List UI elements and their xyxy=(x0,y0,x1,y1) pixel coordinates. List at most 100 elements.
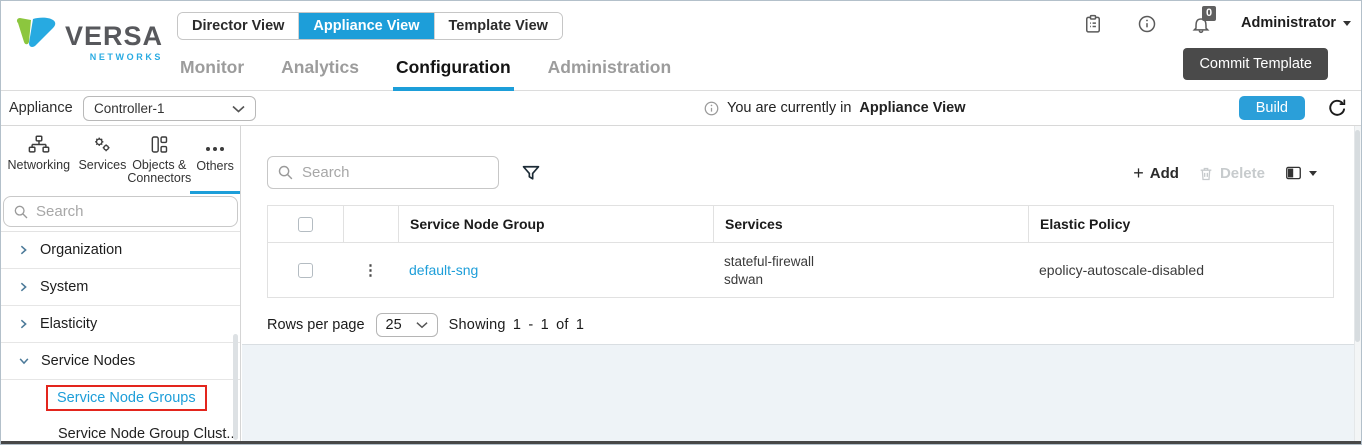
delete-button-label: Delete xyxy=(1219,164,1265,182)
logo-brand: VERSA xyxy=(65,21,164,51)
appliance-label: Appliance xyxy=(9,100,73,116)
service-node-groups-table: Service Node Group Services Elastic Poli… xyxy=(267,205,1334,298)
objects-grid-icon xyxy=(149,135,169,154)
rows-per-page-label: Rows per page xyxy=(267,317,365,333)
sidebar-tab-label: Others xyxy=(196,159,234,173)
sidebar-tab-services[interactable]: Services xyxy=(77,126,129,194)
tree-item-elasticity[interactable]: Elasticity xyxy=(1,306,240,343)
logo-sub: NETWORKS xyxy=(89,52,164,62)
tree-item-service-node-groups[interactable]: Service Node Groups xyxy=(1,380,240,416)
chevron-down-icon xyxy=(18,355,30,367)
delete-button[interactable]: Delete xyxy=(1198,165,1265,182)
chevron-down-icon xyxy=(1343,20,1352,26)
tab-template-view[interactable]: Template View xyxy=(433,13,562,39)
nav-tab-analytics[interactable]: Analytics xyxy=(278,57,362,91)
sidebar-tab-label: Services xyxy=(78,158,127,172)
sidebar-search xyxy=(3,196,238,227)
chevron-right-icon xyxy=(18,244,29,256)
main-nav: Monitor Analytics Configuration Administ… xyxy=(177,57,674,91)
service-node-group-link[interactable]: default-sng xyxy=(409,262,478,278)
tab-appliance-view[interactable]: Appliance View xyxy=(298,13,434,39)
pagination: Rows per page 25 Showing 1 - 1 of 1 xyxy=(267,313,584,337)
notification-count-badge: 0 xyxy=(1202,6,1217,22)
tree-item-label: Service Nodes xyxy=(41,353,136,369)
plus-icon: + xyxy=(1133,163,1144,183)
sidebar-tab-others[interactable]: Others xyxy=(190,126,240,194)
user-menu-label: Administrator xyxy=(1241,15,1337,31)
nav-tab-monitor[interactable]: Monitor xyxy=(177,57,247,91)
add-button[interactable]: + Add xyxy=(1133,164,1179,182)
sidebar: Networking Services Objects & Connectors… xyxy=(1,126,241,441)
sidebar-tab-networking[interactable]: Networking xyxy=(1,126,77,194)
filter-icon[interactable] xyxy=(521,163,541,183)
table-search-input[interactable] xyxy=(302,164,489,181)
table-row: ⋮ default-sng stateful-firewall sdwan ep… xyxy=(267,243,1334,298)
main-scrollbar-thumb[interactable] xyxy=(1355,130,1360,342)
app-window: VERSA NETWORKS Director View Appliance V… xyxy=(0,0,1362,445)
banner-text-prefix: You are currently in xyxy=(727,100,852,116)
row-actions-cell: ⋮ xyxy=(343,243,398,297)
table-header-row: Service Node Group Services Elastic Poli… xyxy=(267,205,1334,243)
rows-per-page-value: 25 xyxy=(385,317,402,333)
tree-item-organization[interactable]: Organization xyxy=(1,232,240,269)
tree-item-service-nodes[interactable]: Service Nodes xyxy=(1,343,240,380)
column-header-services[interactable]: Services xyxy=(713,206,1028,242)
refresh-icon[interactable] xyxy=(1327,98,1348,119)
chevron-down-icon xyxy=(1309,170,1317,176)
row-checkbox[interactable] xyxy=(298,262,313,278)
nav-tab-configuration[interactable]: Configuration xyxy=(392,57,514,91)
row-checkbox-cell xyxy=(268,243,343,297)
row-elastic-policy-cell: epolicy-autoscale-disabled xyxy=(1039,262,1204,278)
kebab-menu-icon[interactable]: ⋮ xyxy=(363,261,378,279)
table-toolbar: + Add Delete xyxy=(1133,164,1317,182)
sidebar-scrollbar[interactable] xyxy=(233,334,238,440)
appliance-select-value: Controller-1 xyxy=(94,101,165,116)
networking-icon xyxy=(28,135,50,154)
service-value: stateful-firewall xyxy=(724,253,815,269)
add-button-label: Add xyxy=(1149,164,1179,182)
sidebar-tabs: Networking Services Objects & Connectors… xyxy=(1,126,240,194)
info-icon[interactable] xyxy=(1137,14,1157,34)
column-picker-button[interactable] xyxy=(1284,164,1317,182)
rows-per-page-select[interactable]: 25 xyxy=(375,313,438,337)
versa-logo-text: VERSA NETWORKS xyxy=(65,21,164,63)
sidebar-tab-label: Objects & Connectors xyxy=(127,158,192,186)
select-all-checkbox[interactable] xyxy=(298,216,313,232)
sidebar-tab-label: Networking xyxy=(7,158,71,172)
nav-tab-administration[interactable]: Administration xyxy=(545,57,674,91)
banner-text-view: Appliance View xyxy=(859,100,966,116)
tree-item-label: Elasticity xyxy=(40,316,98,332)
appliance-select[interactable]: Controller-1 xyxy=(83,96,256,121)
commit-template-button[interactable]: Commit Template xyxy=(1183,48,1328,80)
sidebar-search-input[interactable] xyxy=(36,203,228,220)
main-content: + Add Delete xyxy=(242,126,1361,441)
header-checkbox-cell xyxy=(268,206,343,242)
appliance-bar: Appliance Controller-1 You are currently… xyxy=(1,91,1361,126)
table-search xyxy=(267,156,499,189)
sidebar-tree: Organization System Elasticity Service N… xyxy=(1,231,240,441)
search-icon xyxy=(13,204,29,220)
versa-logo: VERSA NETWORKS xyxy=(15,15,163,62)
column-header-service-node-group[interactable]: Service Node Group xyxy=(398,206,713,242)
info-icon xyxy=(704,101,719,116)
main-scrollbar[interactable] xyxy=(1354,126,1361,441)
service-node-groups-highlight[interactable]: Service Node Groups xyxy=(46,385,207,411)
row-services-cell: stateful-firewall sdwan xyxy=(713,243,1028,297)
chevron-right-icon xyxy=(18,281,29,293)
column-header-elastic-policy[interactable]: Elastic Policy xyxy=(1028,206,1333,242)
tree-item-label: System xyxy=(40,279,89,295)
tab-director-view[interactable]: Director View xyxy=(178,13,299,39)
user-menu[interactable]: Administrator xyxy=(1241,15,1352,31)
versa-logo-icon xyxy=(15,15,57,61)
tree-item-service-node-group-clusters[interactable]: Service Node Group Clust... xyxy=(1,416,240,441)
view-banner: You are currently in Appliance View xyxy=(704,91,966,125)
view-switcher: Director View Appliance View Template Vi… xyxy=(177,12,563,40)
sidebar-tab-objects-connectors[interactable]: Objects & Connectors xyxy=(127,126,192,194)
chevron-down-icon xyxy=(416,321,428,329)
top-header: VERSA NETWORKS Director View Appliance V… xyxy=(1,1,1361,91)
build-button[interactable]: Build xyxy=(1238,96,1305,120)
search-icon xyxy=(277,164,294,181)
tasks-clipboard-icon[interactable] xyxy=(1083,14,1103,34)
tree-item-system[interactable]: System xyxy=(1,269,240,306)
chevron-right-icon xyxy=(18,318,29,330)
